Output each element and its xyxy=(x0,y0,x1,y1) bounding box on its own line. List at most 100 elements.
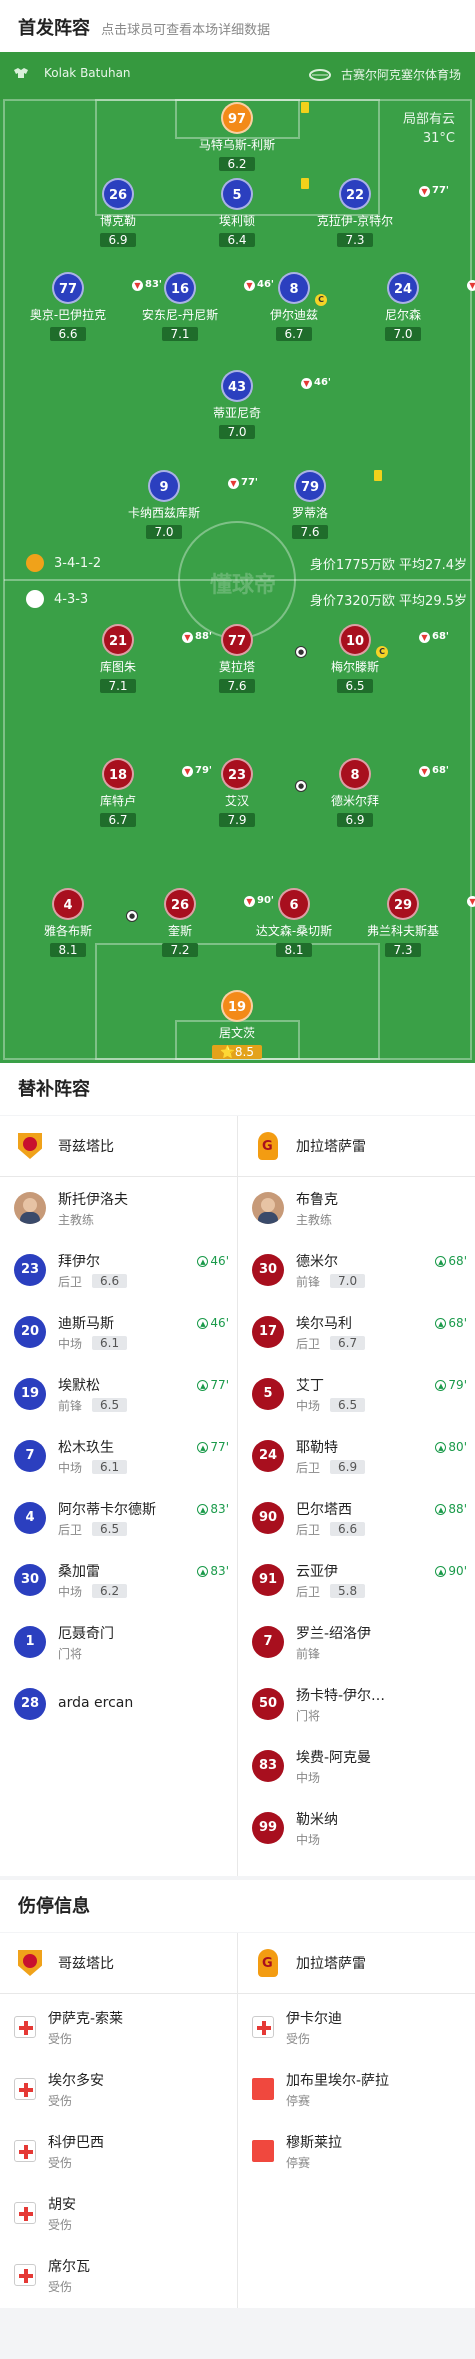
sub-player-row[interactable]: 5 艾丁 中场 6.5 ▲ 79' xyxy=(238,1364,475,1424)
sub-player-row[interactable]: 7 罗兰-绍洛伊 前锋 xyxy=(238,1612,475,1672)
injury-row[interactable]: 胡安 受伤 xyxy=(0,2183,237,2243)
injuries-title: 伤停信息 xyxy=(0,1880,475,1932)
player-lineup_top-3[interactable]: 22 ▼ 77' 克拉伊-京特尔 7.3 xyxy=(300,178,449,248)
sub-player-row[interactable]: 17 埃尔马利 后卫 6.7 ▲ 68' xyxy=(238,1302,475,1362)
sub-player-row[interactable]: 30 德米尔 前锋 7.0 ▲ 68' xyxy=(238,1240,475,1300)
player-lineup_bottom-10[interactable]: 19 居文茨 ⭐8.5 xyxy=(182,990,292,1060)
injury-row[interactable]: 科伊巴西 受伤 xyxy=(0,2121,237,2181)
coach-role: 主教练 xyxy=(58,1212,95,1227)
galatasaray-logo-icon xyxy=(252,1130,284,1162)
player-rating: 6.6 xyxy=(50,327,86,341)
sub-player-row[interactable]: 1 厄聂奇门 门将 xyxy=(0,1612,237,1672)
injury-row[interactable]: 伊萨克-索莱 受伤 xyxy=(0,1997,237,2057)
sub-number: 28 xyxy=(14,1688,46,1720)
player-rating: 6.2 xyxy=(219,157,255,171)
player-number: 5 xyxy=(221,178,309,210)
player-lineup_bottom-6[interactable]: 4 ● 雅各布斯 8.1 xyxy=(13,888,138,958)
injured-player-name: 胡安 xyxy=(48,2196,76,2213)
sub-name: arda ercan xyxy=(58,1695,134,1711)
player-name: 弗兰科夫斯基 xyxy=(366,924,439,938)
sub-number: 83 xyxy=(252,1750,284,1782)
sub-player-row[interactable]: 30 桑加雷 中场 6.2 ▲ 83' xyxy=(0,1550,237,1610)
sub-player-row[interactable]: 90 巴尔塔西 后卫 6.6 ▲ 88' xyxy=(238,1488,475,1548)
player-rating: 6.4 xyxy=(219,233,255,247)
injury-row[interactable]: 埃尔多安 受伤 xyxy=(0,2059,237,2119)
player-number: 18 ▼ 79' xyxy=(102,758,212,790)
team-name: 加拉塔萨雷 xyxy=(296,1139,366,1155)
player-lineup_top-2[interactable]: 5 埃利顿 6.4 xyxy=(182,178,309,248)
player-lineup_top-1[interactable]: 26 博克勒 6.9 xyxy=(63,178,173,248)
sub-position: 门将 xyxy=(58,1646,83,1661)
sub-player-row[interactable]: 20 迪斯马斯 中场 6.1 ▲ 46' xyxy=(0,1302,237,1362)
player-lineup_bottom-1[interactable]: 77 ● 莫拉塔 7.6 xyxy=(182,624,307,694)
sub-number: 90 xyxy=(252,1502,284,1534)
sub-position: 后卫 xyxy=(296,1460,321,1475)
sub-player-row[interactable]: 7 松木玖生 中场 6.1 ▲ 77' xyxy=(0,1426,237,1486)
player-name: 莫拉塔 xyxy=(218,660,255,674)
sub-player-row[interactable]: 23 拜伊尔 后卫 6.6 ▲ 46' xyxy=(0,1240,237,1300)
sub-number: 1 xyxy=(14,1626,46,1658)
player-lineup_bottom-4[interactable]: 23 ● 艾汉 7.9 xyxy=(182,758,307,828)
player-lineup_top-8[interactable]: 43 ▼ 46' 蒂亚尼奇 7.0 xyxy=(182,370,331,440)
player-lineup_bottom-9[interactable]: 29▼80' 弗兰科夫斯基 7.3 xyxy=(348,888,475,958)
player-lineup_top-6[interactable]: 8C 伊尔迪兹 6.7 xyxy=(239,272,349,342)
sub-player-row[interactable]: 28 arda ercan xyxy=(0,1674,237,1734)
sub-in-icon: ▲ 83' xyxy=(197,1502,229,1516)
injury-row[interactable]: 席尔瓦 受伤 xyxy=(0,2245,237,2305)
player-lineup_bottom-5[interactable]: 8 ▼ 68' 德米尔拜 6.9 xyxy=(300,758,449,828)
player-number: 29▼80' xyxy=(387,888,475,920)
player-name: 蒂亚尼奇 xyxy=(212,406,261,420)
sub-player-row[interactable]: 50 扬卡特-伊尔… 门将 xyxy=(238,1674,475,1734)
home-avg-age: 平均29.5岁 xyxy=(399,594,467,609)
coach-right[interactable]: 布鲁克 主教练 xyxy=(238,1178,475,1238)
sub-rating: 6.1 xyxy=(92,1336,128,1350)
sub-position: 中场 xyxy=(58,1584,83,1599)
sub-position: 中场 xyxy=(58,1460,83,1475)
player-lineup_top-9[interactable]: 9 ▼ 77' 卡纳西兹库斯 7.0 xyxy=(109,470,258,540)
sub-player-row[interactable]: 19 埃默松 前锋 6.5 ▲ 77' xyxy=(0,1364,237,1424)
injured-player-name: 科伊巴西 xyxy=(48,2134,104,2151)
sub-name: 德米尔 xyxy=(296,1253,338,1270)
player-lineup_bottom-0[interactable]: 21 ▼ 88' 库图朱 7.1 xyxy=(63,624,212,694)
sub-player-row[interactable]: 4 阿尔蒂卡尔德斯 后卫 6.5 ▲ 83' xyxy=(0,1488,237,1548)
sub-rating: 6.2 xyxy=(92,1584,128,1598)
sub-name: 耶勒特 xyxy=(296,1439,338,1456)
sub-rating: 6.9 xyxy=(330,1460,366,1474)
sub-position: 前锋 xyxy=(58,1398,83,1413)
injury-row[interactable]: 穆斯莱拉 停赛 xyxy=(238,2121,475,2181)
medical-kit-icon xyxy=(14,2078,36,2100)
player-rating: 6.9 xyxy=(100,233,136,247)
injury-status: 受伤 xyxy=(48,2031,73,2046)
player-lineup_bottom-3[interactable]: 18 ▼ 79' 库特卢 6.7 xyxy=(63,758,212,828)
sub-player-row[interactable]: 83 埃费-阿克曼 中场 xyxy=(238,1736,475,1796)
player-rating: 7.0 xyxy=(219,425,255,439)
player-lineup_bottom-7[interactable]: 26 ▼ 90' 奎斯 7.2 xyxy=(125,888,274,958)
sub-player-row[interactable]: 91 云亚伊 后卫 5.8 ▲ 90' xyxy=(238,1550,475,1610)
sub-player-row[interactable]: 24 耶勒特 后卫 6.9 ▲ 80' xyxy=(238,1426,475,1486)
injury-row[interactable]: 加布里埃尔-萨拉 停赛 xyxy=(238,2059,475,2119)
sub-out-icon: ▼80' xyxy=(467,885,475,917)
injury-row[interactable]: 伊卡尔迪 受伤 xyxy=(238,1997,475,2057)
player-lineup_top-10[interactable]: 79 罗蒂洛 7.6 xyxy=(255,470,382,540)
player-name: 安东尼-丹尼斯 xyxy=(141,308,219,322)
sub-out-icon: ▼ 77' xyxy=(228,467,258,499)
injured-player-name: 穆斯莱拉 xyxy=(286,2134,342,2151)
player-rating: 8.1 xyxy=(276,943,312,957)
sub-position: 中场 xyxy=(58,1336,83,1351)
player-rating: 7.1 xyxy=(100,679,136,693)
player-lineup_top-4[interactable]: 77 ▼ 83' 奥京-巴伊拉克 6.6 xyxy=(13,272,162,342)
player-lineup_top-7[interactable]: 24▼83' 尼尔森 7.0 xyxy=(348,272,475,342)
sub-player-row[interactable]: 99 勒米纳 中场 xyxy=(238,1798,475,1858)
page-title: 首发阵容 xyxy=(18,18,90,39)
player-lineup_bottom-8[interactable]: 6 达文森-桑切斯 8.1 xyxy=(239,888,349,958)
player-lineup_top-5[interactable]: 16 ▼ 46' 安东尼-丹尼斯 7.1 xyxy=(125,272,274,342)
home-formation-row: 4-3-3 xyxy=(26,590,88,608)
player-rating: 6.7 xyxy=(100,813,136,827)
coach-left[interactable]: 斯托伊洛夫 主教练 xyxy=(0,1178,237,1238)
player-name: 罗蒂洛 xyxy=(291,506,328,520)
home-value-row: 身价7320万欧 平均29.5岁 xyxy=(310,590,467,609)
sub-rating: 7.0 xyxy=(330,1274,366,1288)
player-name: 奎斯 xyxy=(167,924,192,938)
player-lineup_bottom-2[interactable]: 10 ▼ 68' C 梅尔滕斯 6.5 xyxy=(300,624,449,694)
player-lineup_top-0[interactable]: 97 马特乌斯-利斯 6.2 xyxy=(182,102,309,172)
